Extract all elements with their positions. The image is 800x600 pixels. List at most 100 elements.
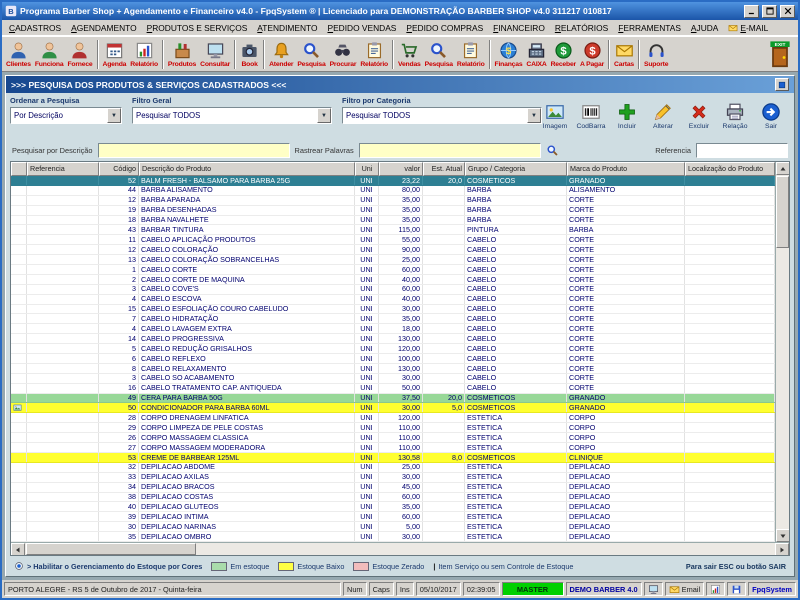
product-row[interactable]: 28CORPO DRENAGEM LINFATICAUNI120,00ESTET…	[11, 413, 775, 423]
toolbar-button-clientes[interactable]: Clientes	[4, 37, 33, 71]
product-row[interactable]: 30DEPILACAO NARINASUNI5,00ESTETICADEPILA…	[11, 522, 775, 532]
product-row[interactable]: 14CABELO PROGRESSIVAUNI130,00CABELOCORTE	[11, 334, 775, 344]
product-row[interactable]: 49CERA PARA BARBA 50GUNI37,5020,0COSMETI…	[11, 394, 775, 404]
search-magnifier-icon[interactable]	[546, 144, 559, 157]
panel-minimize-button[interactable]	[775, 78, 789, 91]
alterar-button[interactable]: Alterar	[646, 94, 680, 138]
maximize-button[interactable]	[762, 5, 777, 18]
product-row[interactable]: 5CABELO REDUÇÃO GRISALHOSUNI120,00CABELO…	[11, 344, 775, 354]
imagem-button[interactable]: Imagem	[538, 94, 572, 138]
product-row[interactable]: 35DEPILACAO OMBROUNI30,00ESTETICADEPILAC…	[11, 532, 775, 542]
column-header-ref[interactable]: Referencia	[27, 162, 99, 176]
product-row[interactable]: 52BALM FRESH - BALSAMO PARA BARBA 25GUNI…	[11, 176, 775, 186]
close-button[interactable]	[780, 5, 795, 18]
toolbar-button-pesquisa[interactable]: Pesquisa	[423, 37, 455, 71]
product-row[interactable]: 38DEPILACAO COSTASUNI60,00ESTETICADEPILA…	[11, 493, 775, 503]
toolbar-button-suporte[interactable]: Suporte	[642, 37, 670, 71]
product-row[interactable]: 43BARBAR TINTURAUNI115,00PINTURABARBA	[11, 225, 775, 235]
scroll-up-button[interactable]	[776, 162, 789, 175]
product-row[interactable]: 29CORPO LIMPEZA DE PELE COSTASUNI110,00E…	[11, 423, 775, 433]
track-words-input[interactable]	[359, 143, 541, 158]
menu-item-atendimento[interactable]: ATENDIMENTO	[252, 22, 322, 34]
product-row[interactable]: 19BARBA DESENHADASUNI35,00BARBACORTE	[11, 206, 775, 216]
stock-color-toggle[interactable]: > Habilitar o Gerenciamento do Estoque p…	[14, 561, 202, 571]
menu-item-agendamento[interactable]: AGENDAMENTO	[66, 22, 141, 34]
product-row[interactable]: 32DEPILACAO ABDOMEUNI25,00ESTETICADEPILA…	[11, 463, 775, 473]
toolbar-button-financas[interactable]: $Finanças	[493, 37, 525, 71]
scroll-right-button[interactable]	[775, 543, 789, 556]
toolbar-button-consultar[interactable]: Consultar	[198, 37, 232, 71]
minimize-button[interactable]	[744, 5, 759, 18]
toolbar-button-pesquisa[interactable]: Pesquisa	[295, 37, 327, 71]
toolbar-button-cartas[interactable]: Cartas	[612, 37, 636, 71]
menu-item-financeiro[interactable]: FINANCEIRO	[488, 22, 550, 34]
product-row[interactable]: 3CABELO SO ACABAMENTOUNI30,00CABELOCORTE	[11, 374, 775, 384]
menu-item-produtos-e-servicos[interactable]: PRODUTOS E SERVIÇOS	[142, 22, 253, 34]
toolbar-button-book[interactable]: Book	[238, 37, 261, 71]
product-row[interactable]: 50CONDICIONADOR PARA BARBA 60MLUNI30,005…	[11, 403, 775, 413]
toolbar-button-funciona[interactable]: Funciona	[33, 37, 66, 71]
exit-button[interactable]: EXIT	[764, 37, 796, 71]
chevron-down-icon[interactable]: ▼	[317, 108, 331, 123]
column-header-ind[interactable]	[11, 162, 27, 176]
product-row[interactable]: 12CABELO COLORAÇÃOUNI90,00CABELOCORTE	[11, 245, 775, 255]
product-row[interactable]: 2CABELO CORTE DE MAQUINAUNI40,00CABELOCO…	[11, 275, 775, 285]
toolbar-button-produtos[interactable]: Produtos	[166, 37, 198, 71]
toolbar-button-procurar[interactable]: Procurar	[328, 37, 359, 71]
menu-item-pedido-vendas[interactable]: PEDIDO VENDAS	[322, 22, 401, 34]
product-row[interactable]: 4CABELO LAVAGEM EXTRAUNI18,00CABELOCORTE	[11, 324, 775, 334]
scroll-left-button[interactable]	[11, 543, 25, 556]
product-row[interactable]: 16CABELO TRATAMENTO CAP. ANTIQUEDAUNI50,…	[11, 384, 775, 394]
menu-item-pedido-compras[interactable]: PEDIDO COMPRAS	[401, 22, 488, 34]
filter-sort-combo[interactable]: Por Descrição ▼	[10, 107, 122, 124]
horizontal-scrollbar[interactable]	[11, 542, 789, 555]
menu-item-cadastros[interactable]: CADASTROS	[4, 22, 66, 34]
horizontal-scroll-thumb[interactable]	[26, 543, 196, 555]
product-row[interactable]: 11CABELO APLICAÇÃO PRODUTOSUNI55,00CABEL…	[11, 235, 775, 245]
menu-item-ferramentas[interactable]: FERRAMENTAS	[613, 22, 686, 34]
column-header-code[interactable]: Código	[99, 162, 139, 176]
incluir-button[interactable]: Incluir	[610, 94, 644, 138]
filter-general-combo[interactable]: Pesquisar TODOS ▼	[132, 107, 332, 124]
toolbar-button-agenda[interactable]: Agenda	[101, 37, 129, 71]
column-header-grupo[interactable]: Grupo / Categoria	[465, 162, 567, 176]
product-row[interactable]: 8CABELO RELAXAMENTOUNI130,00CABELOCORTE	[11, 364, 775, 374]
toolbar-button-caixa[interactable]: CAIXA	[524, 37, 548, 71]
product-row[interactable]: 1CABELO CORTEUNI60,00CABELOCORTE	[11, 265, 775, 275]
chevron-down-icon[interactable]: ▼	[107, 108, 121, 123]
search-description-input[interactable]	[98, 143, 290, 158]
product-row[interactable]: 12BARBA APARADAUNI35,00BARBACORTE	[11, 196, 775, 206]
menu-item-ajuda[interactable]: AJUDA	[686, 22, 723, 34]
product-row[interactable]: 4CABELO ESCOVAUNI40,00CABELOCORTE	[11, 295, 775, 305]
product-row[interactable]: 27CORPO MASSAGEM MODERADORAUNI110,00ESTE…	[11, 443, 775, 453]
product-row[interactable]: 26CORPO MASSAGEM CLASSICAUNI110,00ESTETI…	[11, 433, 775, 443]
product-row[interactable]: 44BARBA ALISAMENTOUNI80,00BARBAALISAMENT…	[11, 186, 775, 196]
toolbar-button-relatorio[interactable]: Relatório	[455, 37, 487, 71]
column-header-uni[interactable]: Uni	[355, 162, 379, 176]
toolbar-button-fornece[interactable]: Fornece	[65, 37, 94, 71]
product-row[interactable]: 6CABELO REFLEXOUNI100,00CABELOCORTE	[11, 354, 775, 364]
product-row[interactable]: 3CABELO COVE'SUNI60,00CABELOCORTE	[11, 285, 775, 295]
relacao-button[interactable]: Relação	[718, 94, 752, 138]
excluir-button[interactable]: Excluir	[682, 94, 716, 138]
menu-item-relatorios[interactable]: RELATÓRIOS	[550, 22, 613, 34]
column-header-marca[interactable]: Marca do Produto	[567, 162, 685, 176]
product-row[interactable]: 33DEPILACAO AXILASUNI30,00ESTETICADEPILA…	[11, 473, 775, 483]
product-row[interactable]: 13CABELO COLORAÇÃO SOBRANCELHASUNI25,00C…	[11, 255, 775, 265]
product-row[interactable]: 7CABELO HIDRATAÇÃOUNI35,00CABELOCORTE	[11, 314, 775, 324]
toolbar-button-vendas[interactable]: Vendas	[396, 37, 423, 71]
vertical-scroll-thumb[interactable]	[776, 176, 789, 248]
product-row[interactable]: 39DEPILACAO INTIMAUNI60,00ESTETICADEPILA…	[11, 512, 775, 522]
toolbar-button-relatorio[interactable]: Relatório	[358, 37, 390, 71]
product-row[interactable]: 53CREME DE BARBEAR 125MLUNI130,588,0COSM…	[11, 453, 775, 463]
product-row[interactable]: 15CABELO ESFOLIAÇÃO COURO CABELUDOUNI30,…	[11, 305, 775, 315]
scroll-down-button[interactable]	[776, 529, 789, 542]
filter-category-combo[interactable]: Pesquisar TODOS ▼	[342, 107, 542, 124]
product-row[interactable]: 34DEPILACAO BRACOSUNI45,00ESTETICADEPILA…	[11, 483, 775, 493]
column-header-valor[interactable]: valor	[379, 162, 423, 176]
product-row[interactable]: 18BARBA NAVALHETEUNI35,00BARBACORTE	[11, 216, 775, 226]
column-header-loc[interactable]: Localização do Produto	[685, 162, 775, 176]
toolbar-button-relatorio[interactable]: Relatório	[128, 37, 160, 71]
menu-item-e-mail[interactable]: E-MAIL	[723, 22, 773, 34]
sair-button[interactable]: Sair	[754, 94, 788, 138]
